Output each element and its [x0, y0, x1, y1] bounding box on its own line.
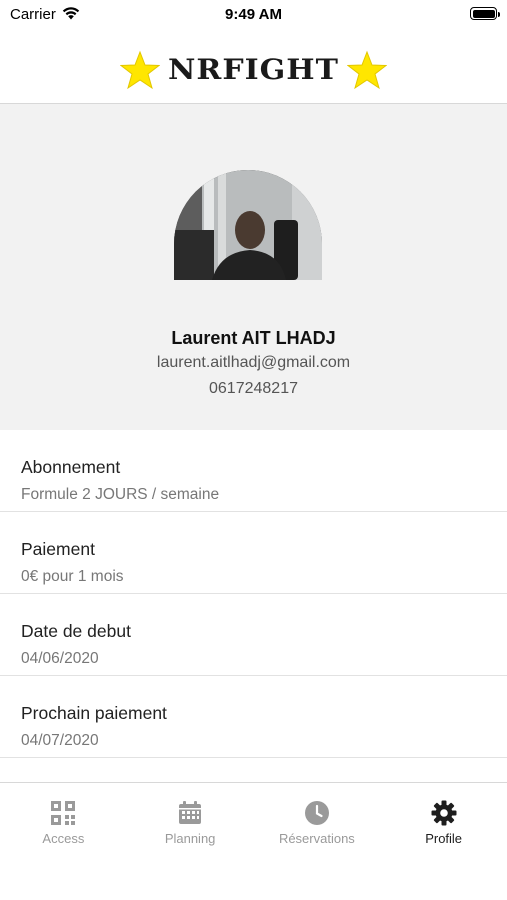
profile-email: laurent.aitlhadj@gmail.com: [156, 354, 351, 371]
tab-access[interactable]: Access: [0, 783, 127, 863]
tab-reservations[interactable]: Réservations: [254, 783, 381, 863]
profile-phone: 0617248217: [209, 380, 298, 397]
qr-code-icon: [51, 801, 76, 825]
profile-card: Laurent AIT LHADJ laurent.aitlhadj@gmail…: [0, 104, 507, 430]
tab-profile[interactable]: Profile: [380, 783, 507, 863]
status-time: 9:49 AM: [225, 6, 282, 23]
info-item-date-de-debut: Date de debut 04/06/2020: [0, 594, 507, 676]
info-label: Prochain paiement: [21, 703, 167, 723]
info-value: 04/06/2020: [21, 650, 99, 667]
info-label: Date de debut: [21, 621, 131, 641]
tab-label: Access: [42, 831, 85, 846]
avatar[interactable]: [174, 170, 322, 280]
tab-planning[interactable]: Planning: [127, 783, 254, 863]
tab-label: Planning: [164, 831, 216, 846]
tab-label: Profile: [425, 831, 463, 846]
subscription-info-list: Abonnement Formule 2 JOURS / semaine Pai…: [0, 430, 507, 758]
profile-name: Laurent AIT LHADJ: [171, 328, 336, 348]
info-value: 04/07/2020: [21, 732, 99, 749]
star-icon: [346, 50, 387, 90]
info-item-abonnement: Abonnement Formule 2 JOURS / semaine: [0, 430, 507, 512]
tab-label: Réservations: [278, 831, 355, 846]
info-item-paiement: Paiement 0€ pour 1 mois: [0, 512, 507, 594]
star-icon: [120, 50, 160, 90]
app-logo: NRFIGHT: [0, 50, 507, 90]
info-label: Paiement: [21, 539, 95, 559]
info-label: Abonnement: [21, 457, 121, 477]
info-value: 0€ pour 1 mois: [21, 568, 124, 585]
info-item-prochain-paiement: Prochain paiement 04/07/2020: [0, 676, 507, 758]
tab-bar: Access Planning Réservations Profile: [0, 782, 507, 900]
logo-text: NRFIGHT: [168, 53, 339, 87]
app-header: NRFIGHT: [0, 30, 507, 104]
battery-icon: [470, 7, 500, 20]
clock-icon: [304, 801, 329, 825]
calendar-icon: [179, 801, 202, 824]
info-value: Formule 2 JOURS / semaine: [21, 486, 220, 503]
status-bar: Carrier 9:49 AM: [0, 0, 507, 30]
gear-icon: [431, 800, 457, 826]
